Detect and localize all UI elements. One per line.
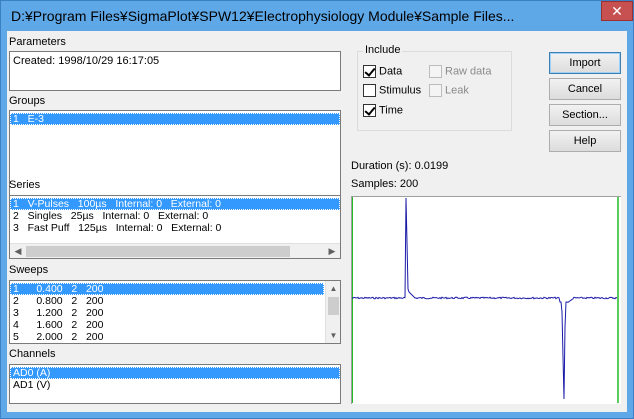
series-listbox[interactable]: 1 V-Pulses 100µs Internal: 0 External: 0…	[9, 195, 341, 259]
cancel-button[interactable]: Cancel	[549, 78, 621, 100]
channels-list-item[interactable]: AD0 (A)	[10, 367, 340, 379]
data-checkbox-label: Data	[379, 65, 403, 78]
window-title: D:¥Program Files¥SigmaPlot¥SPW12¥Electro…	[11, 8, 515, 24]
close-button[interactable]: ✕	[601, 1, 633, 21]
checkbox-unchecked-icon	[429, 65, 442, 78]
checkbox-unchecked-icon	[429, 84, 442, 97]
leak-checkbox-label: Leak	[445, 84, 469, 97]
stimulus-checkbox-label: Stimulus	[379, 84, 422, 97]
sweeps-list-item[interactable]: 5 2.000 2 200	[10, 331, 324, 343]
groups-list-item[interactable]: 1 E-3	[10, 113, 340, 125]
scroll-down-icon[interactable]: ▼	[326, 328, 340, 343]
series-list-item[interactable]: 1 V-Pulses 100µs Internal: 0 External: 0	[10, 198, 340, 210]
groups-listbox[interactable]: 1 E-3	[9, 110, 341, 202]
scrollbar-thumb[interactable]	[26, 246, 290, 257]
sweeps-list-item[interactable]: 1 0.400 2 200	[10, 283, 324, 295]
series-horizontal-scrollbar[interactable]: ◀ ▶	[10, 243, 340, 258]
raw-data-checkbox-label: Raw data	[445, 65, 492, 78]
sweeps-vertical-scrollbar[interactable]: ▲ ▼	[325, 281, 340, 343]
scroll-up-icon[interactable]: ▲	[326, 281, 340, 296]
series-list-item[interactable]: 3 Fast Puff 125µs Internal: 0 External: …	[10, 222, 340, 234]
stimulus-checkbox[interactable]: Stimulus	[363, 84, 421, 97]
time-checkbox-label: Time	[379, 104, 404, 117]
include-label: Include	[363, 44, 403, 56]
scroll-left-icon[interactable]: ◀	[10, 244, 26, 258]
trace-plot	[351, 197, 619, 403]
parameters-textbox[interactable]: Created: 1998/10/29 16:17:05	[9, 51, 341, 91]
series-list-item[interactable]: 2 Singles 25µs Internal: 0 External: 0	[10, 210, 340, 222]
title-bar[interactable]: D:¥Program Files¥SigmaPlot¥SPW12¥Electro…	[1, 1, 633, 31]
close-icon: ✕	[611, 3, 623, 19]
samples-text: Samples: 200	[351, 178, 419, 190]
data-checkbox[interactable]: Data	[363, 65, 402, 78]
sweeps-list-item[interactable]: 2 0.800 2 200	[10, 295, 324, 307]
dialog-client-area: Parameters Created: 1998/10/29 16:17:05 …	[7, 31, 627, 412]
scrollbar-thumb[interactable]	[328, 297, 339, 315]
import-button[interactable]: Import	[549, 52, 621, 74]
scroll-right-icon[interactable]: ▶	[324, 244, 340, 258]
parameters-label: Parameters	[9, 36, 66, 48]
leak-checkbox: Leak	[429, 84, 469, 97]
trace-preview	[351, 196, 621, 404]
channels-list-item[interactable]: AD1 (V)	[10, 379, 340, 391]
section-button[interactable]: Section...	[549, 104, 621, 126]
duration-text: Duration (s): 0.0199	[351, 160, 449, 172]
raw-data-checkbox: Raw data	[429, 65, 491, 78]
time-checkbox[interactable]: Time	[363, 104, 403, 117]
channels-listbox[interactable]: AD0 (A) AD1 (V)	[9, 364, 341, 404]
checkbox-unchecked-icon[interactable]	[363, 84, 376, 97]
sweeps-listbox[interactable]: 1 0.400 2 200 2 0.800 2 200 3 1.200 2 20…	[9, 280, 341, 344]
checkbox-checked-icon[interactable]	[363, 104, 376, 117]
sweeps-label: Sweeps	[9, 264, 49, 276]
sweeps-list-item[interactable]: 3 1.200 2 200	[10, 307, 324, 319]
channels-label: Channels	[9, 348, 56, 360]
help-button[interactable]: Help	[549, 130, 621, 152]
trace-line	[351, 197, 618, 400]
parameters-text: Created: 1998/10/29 16:17:05	[13, 55, 160, 67]
dialog-window: D:¥Program Files¥SigmaPlot¥SPW12¥Electro…	[0, 0, 634, 419]
checkbox-checked-icon[interactable]	[363, 65, 376, 78]
series-label: Series	[9, 179, 41, 191]
sweeps-list-item[interactable]: 4 1.600 2 200	[10, 319, 324, 331]
groups-label: Groups	[9, 95, 46, 107]
